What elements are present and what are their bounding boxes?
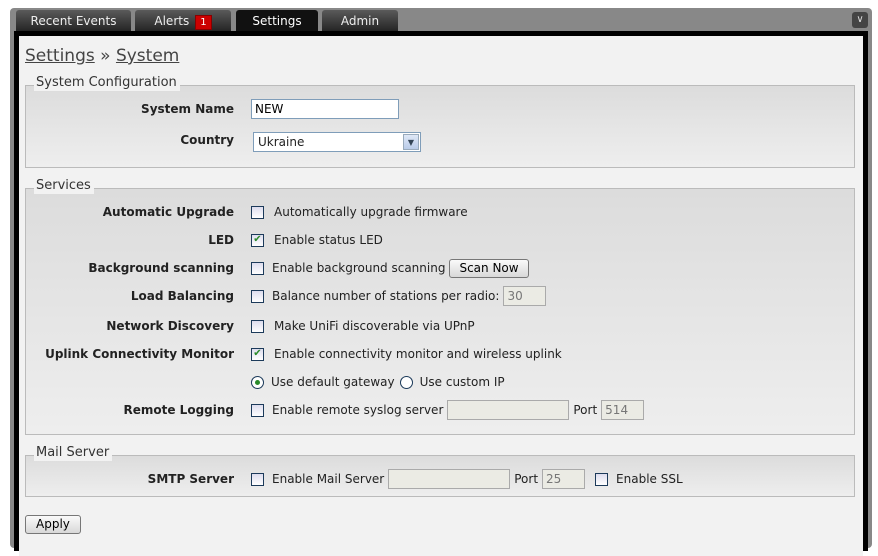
custom-ip-radio[interactable] bbox=[399, 375, 413, 389]
section-legend: System Configuration bbox=[34, 75, 180, 91]
services-section: Services Automatic Upgrade Automatically… bbox=[25, 178, 855, 435]
default-gateway-radio[interactable] bbox=[251, 375, 264, 389]
country-select[interactable]: Ukraine ▼ bbox=[253, 132, 421, 152]
led-checkbox[interactable]: ✔ bbox=[251, 233, 264, 247]
breadcrumb-settings[interactable]: Settings bbox=[25, 46, 95, 66]
section-legend: Mail Server bbox=[34, 445, 113, 461]
system-name-input[interactable] bbox=[251, 99, 399, 119]
tab-recent-events[interactable]: Recent Events bbox=[16, 10, 131, 32]
remote-logging-checkbox[interactable] bbox=[251, 403, 264, 417]
load-balancing-text: Balance number of stations per radio: bbox=[272, 289, 500, 303]
alerts-badge: 1 bbox=[195, 15, 212, 30]
auto-upgrade-label: Automatic Upgrade bbox=[102, 205, 234, 219]
upnp-text: Make UniFi discoverable via UPnP bbox=[274, 319, 475, 333]
uplink-checkbox[interactable]: ✔ bbox=[251, 347, 264, 361]
uplink-text: Enable connectivity monitor and wireless… bbox=[274, 347, 562, 361]
breadcrumb: Settings » System bbox=[25, 46, 179, 66]
breadcrumb-separator: » bbox=[100, 46, 111, 66]
remote-logging-text: Enable remote syslog server bbox=[272, 403, 444, 417]
led-text: Enable status LED bbox=[274, 233, 383, 247]
led-label: LED bbox=[208, 233, 234, 247]
bg-scan-checkbox[interactable] bbox=[251, 261, 264, 275]
country-value: Ukraine bbox=[258, 135, 305, 149]
syslog-port-input[interactable] bbox=[601, 400, 645, 420]
scan-now-button[interactable]: Scan Now bbox=[449, 258, 529, 278]
chevron-down-icon[interactable]: ∨ bbox=[852, 12, 868, 28]
system-name-label: System Name bbox=[141, 102, 234, 116]
auto-upgrade-checkbox[interactable] bbox=[251, 205, 264, 219]
custom-ip-text: Use custom IP bbox=[419, 375, 505, 389]
upnp-checkbox[interactable] bbox=[251, 319, 264, 333]
mail-server-section: Mail Server SMTP Server Enable Mail Serv… bbox=[25, 445, 855, 497]
smtp-label: SMTP Server bbox=[147, 472, 234, 486]
remote-logging-label: Remote Logging bbox=[123, 403, 235, 417]
default-gateway-text: Use default gateway bbox=[271, 375, 395, 389]
bg-scan-label: Background scanning bbox=[88, 261, 234, 275]
tab-admin[interactable]: Admin bbox=[322, 10, 398, 32]
smtp-port-input[interactable] bbox=[542, 469, 586, 489]
load-balancing-label: Load Balancing bbox=[130, 289, 234, 303]
tab-label: Alerts bbox=[154, 14, 190, 28]
port-label: Port bbox=[573, 403, 598, 417]
apply-button[interactable]: Apply bbox=[25, 515, 81, 534]
system-configuration-section: System Configuration System Name Country… bbox=[25, 75, 855, 168]
tab-alerts[interactable]: Alerts 1 bbox=[135, 10, 231, 32]
chevron-down-icon: ▼ bbox=[403, 134, 419, 150]
ssl-text: Enable SSL bbox=[616, 472, 683, 486]
stations-per-radio-input[interactable] bbox=[503, 286, 547, 306]
port-label: Port bbox=[514, 472, 539, 486]
smtp-server-input[interactable] bbox=[388, 469, 511, 489]
load-balancing-checkbox[interactable] bbox=[251, 289, 264, 303]
breadcrumb-system[interactable]: System bbox=[116, 46, 179, 66]
tab-settings[interactable]: Settings bbox=[236, 10, 318, 32]
mail-server-text: Enable Mail Server bbox=[272, 472, 385, 486]
syslog-server-input[interactable] bbox=[447, 400, 570, 420]
network-discovery-label: Network Discovery bbox=[106, 319, 234, 333]
country-label: Country bbox=[180, 133, 234, 147]
mail-server-checkbox[interactable] bbox=[251, 472, 264, 486]
tab-label: Admin bbox=[340, 14, 380, 28]
auto-upgrade-text: Automatically upgrade firmware bbox=[274, 205, 468, 219]
ssl-checkbox[interactable] bbox=[595, 472, 609, 486]
section-legend: Services bbox=[34, 178, 94, 194]
bg-scan-text: Enable background scanning bbox=[272, 261, 446, 275]
tab-label: Settings bbox=[252, 14, 302, 28]
tab-label: Recent Events bbox=[30, 14, 117, 28]
uplink-label: Uplink Connectivity Monitor bbox=[45, 347, 234, 361]
